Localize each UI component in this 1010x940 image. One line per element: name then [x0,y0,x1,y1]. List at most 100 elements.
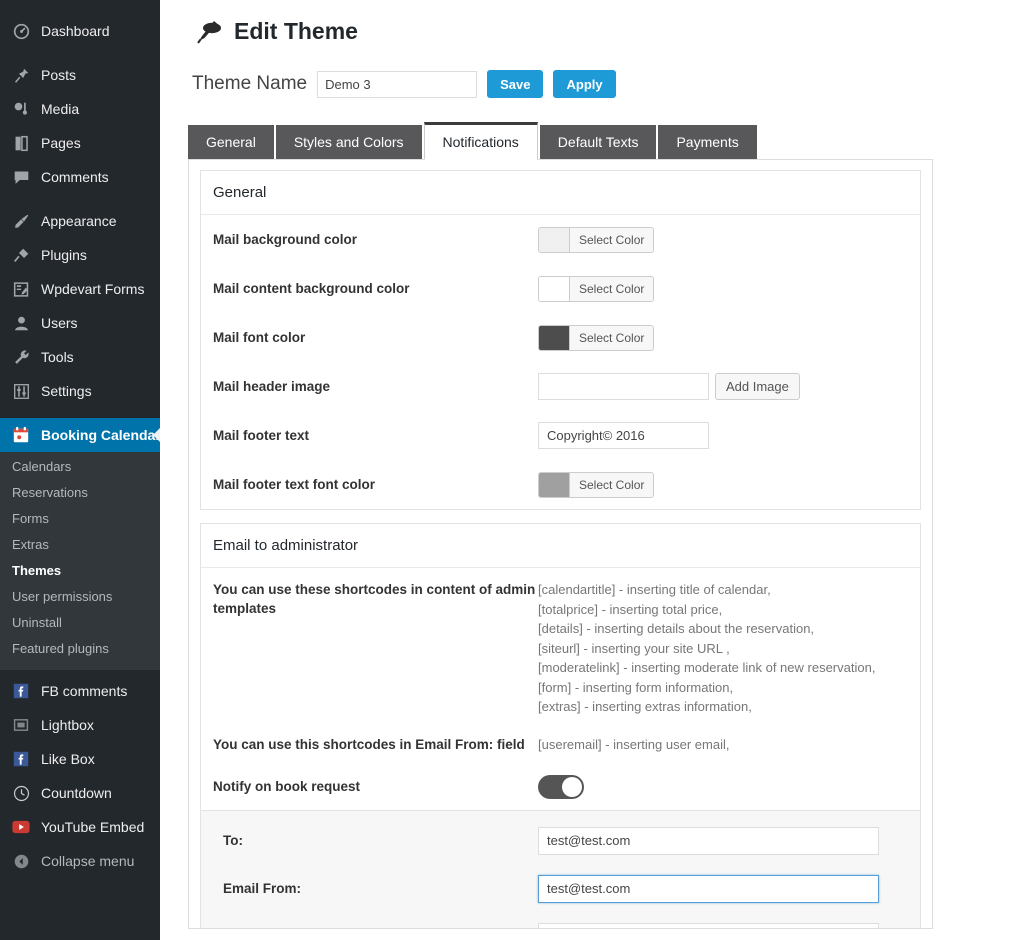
add-image-button[interactable]: Add Image [715,373,800,400]
from-name-input[interactable] [538,922,879,928]
mail-header-image-input[interactable] [538,373,709,400]
mail-footer-text-input[interactable] [538,422,709,449]
sidebar-subitem-forms[interactable]: Forms [0,506,160,532]
sidebar-divider [0,48,160,58]
sidebar-item-label: Users [41,315,78,331]
select-color-label: Select Color [570,276,654,301]
comment-icon [10,167,32,187]
sidebar-item-collapse-menu[interactable]: Collapse menu [0,844,160,878]
shortcode-item: [siteurl] - inserting your site URL , [538,640,730,656]
sidebar-item-appearance[interactable]: Appearance [0,204,160,238]
sidebar-item-plugins[interactable]: Plugins [0,238,160,272]
sidebar-item-label: Comments [41,169,109,185]
sidebar-subitem-extras[interactable]: Extras [0,532,160,558]
sidebar-subitem-themes[interactable]: Themes [0,558,160,584]
edit-theme-icon [192,14,226,48]
sidebar-item-label: Dashboard [41,23,110,39]
sidebar-item-wpdevart-forms[interactable]: Wpdevart Forms [0,272,160,306]
tab-payments[interactable]: Payments [658,125,757,159]
sidebar-subitem-user-permissions[interactable]: User permissions [0,584,160,610]
sidebar-subitem-reservations[interactable]: Reservations [0,480,160,506]
main-content: Edit Theme Theme Name Save Apply General… [160,0,1010,940]
shortcode-item: [moderatelink] - inserting moderate link… [538,660,876,675]
sidebar-item-settings[interactable]: Settings [0,374,160,408]
shortcode-item: [form] - inserting form information, [538,679,734,695]
sidebar-divider [0,194,160,204]
page-header: Edit Theme [160,0,1010,48]
color-swatch [539,472,570,497]
media-icon [10,99,32,119]
sidebar-item-label: Tools [41,349,74,365]
sidebar-item-lightbox[interactable]: Lightbox [0,708,160,742]
save-button[interactable]: Save [487,70,544,98]
to-input[interactable] [538,826,879,855]
sidebar-item-users[interactable]: Users [0,306,160,340]
row-email-from-shortcodes: You can use this shortcodes in Email Fro… [201,726,920,764]
row-mail-footer-text: Mail footer text [201,411,920,460]
sidebar-item-countdown[interactable]: Countdown [0,776,160,810]
lightbox-icon [10,715,32,735]
tab-default-texts[interactable]: Default Texts [539,125,657,159]
shortcode-item: [calendartitle] - inserting title of cal… [538,582,771,597]
sidebar-item-comments[interactable]: Comments [0,160,160,194]
sidebar-item-label: Posts [41,67,77,83]
row-mail-footer-text-font-color: Mail footer text font color Select Color [201,460,920,509]
sidebar-item-tools[interactable]: Tools [0,340,160,374]
tab-general[interactable]: General [188,125,274,159]
admin-email-fields: To: Email From: From Name: [201,809,920,928]
sidebar-item-label: Pages [41,135,81,151]
brush-icon [10,211,32,231]
theme-name-input[interactable] [317,70,478,98]
page-title: Edit Theme [234,18,358,44]
sidebar-item-label: FB comments [41,683,128,699]
sidebar-item-posts[interactable]: Posts [0,58,160,92]
row-mail-font-color: Mail font color Select Color [201,313,920,362]
mail-content-background-color-picker[interactable]: Select Color [538,275,655,302]
row-label: Mail footer text font color [213,477,375,492]
sidebar-item-booking-calendar[interactable]: Booking Calendar [0,418,160,452]
sliders-icon [10,381,32,401]
form-icon [10,279,32,299]
sidebar-item-label: Media [41,101,80,117]
select-color-label: Select Color [570,472,654,497]
sidebar-subitem-uninstall[interactable]: Uninstall [0,610,160,636]
toggle-knob [562,776,582,797]
email-from-input[interactable] [538,874,879,903]
row-label: Mail footer text [213,428,310,443]
sidebar-item-label: Collapse menu [41,853,135,869]
calendar-icon [10,425,32,445]
admin-sidebar: Dashboard Posts Media Pages Comments App… [0,0,160,940]
active-arrow-icon [153,427,160,443]
row-label: Mail font color [213,330,306,345]
tab-styles-and-colors[interactable]: Styles and Colors [275,125,422,159]
sidebar-subitem-featured-plugins[interactable]: Featured plugins [0,636,160,662]
facebook-icon [10,749,32,769]
tab-notifications[interactable]: Notifications [423,122,538,160]
sidebar-item-label: Settings [41,383,92,399]
row-label: Mail header image [213,379,331,394]
sidebar-subitem-calendars[interactable]: Calendars [0,454,160,480]
sidebar-divider [0,408,160,418]
notify-on-book-request-toggle[interactable] [538,774,584,799]
sidebar-item-pages[interactable]: Pages [0,126,160,160]
sidebar-item-label: Countdown [41,785,112,801]
pages-icon [10,133,32,153]
mail-background-color-picker[interactable]: Select Color [538,226,655,253]
color-swatch [539,276,570,301]
facebook-icon [10,681,32,701]
apply-button[interactable]: Apply [553,70,616,98]
row-from-name: From Name: [201,913,920,928]
sidebar-item-dashboard[interactable]: Dashboard [0,14,160,48]
mail-font-color-picker[interactable]: Select Color [538,324,655,351]
row-notify-on-book-request: Notify on book request [201,764,920,810]
sidebar-item-fb-comments[interactable]: FB comments [0,674,160,708]
sidebar-item-label: Lightbox [41,717,94,733]
sidebar-item-media[interactable]: Media [0,92,160,126]
sidebar-item-like-box[interactable]: Like Box [0,742,160,776]
select-color-label: Select Color [570,227,654,252]
mail-footer-text-font-color-picker[interactable]: Select Color [538,471,655,498]
row-email-from: Email From: [201,865,920,913]
sidebar-item-youtube-embed[interactable]: YouTube Embed [0,810,160,844]
general-settings-box: General Mail background color Select Col… [200,170,921,510]
shortcodes-list: [calendartitle] - inserting title of cal… [538,580,875,717]
